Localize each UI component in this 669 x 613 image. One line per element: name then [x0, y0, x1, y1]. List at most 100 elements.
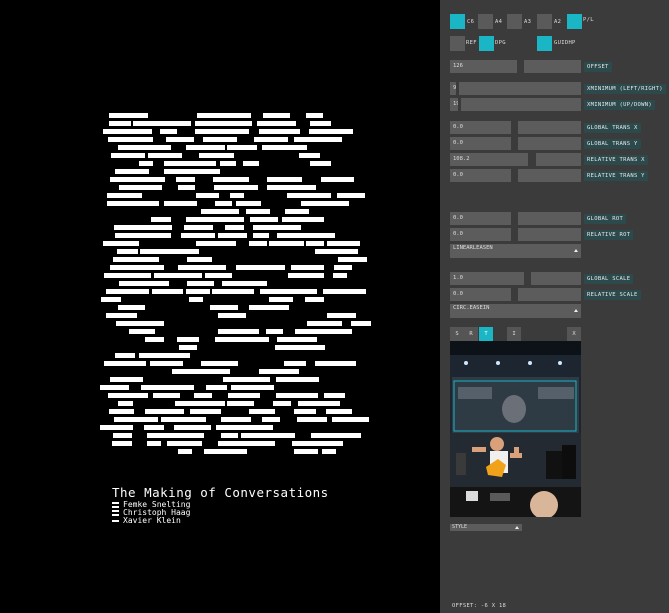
global-rot-input[interactable]: 0.0 — [450, 212, 511, 225]
relative-trans-y-input[interactable]: 0.0 — [450, 169, 511, 182]
concert-photo — [450, 341, 581, 517]
text-bar — [187, 281, 214, 286]
global-scale-slider[interactable] — [531, 272, 581, 285]
relative-rot-input[interactable]: 0.0 — [450, 228, 511, 241]
global-trans-y-input[interactable]: 0.0 — [450, 137, 511, 150]
offset-input[interactable]: 126 — [450, 60, 517, 73]
global-trans-x-slider[interactable] — [518, 121, 581, 134]
relative-trans-x-slider[interactable] — [536, 153, 581, 166]
text-bar — [104, 361, 146, 366]
option-toggle-ref[interactable] — [450, 36, 465, 51]
text-bar — [267, 185, 316, 190]
tab-s[interactable]: S — [450, 327, 464, 341]
relative-scale-input[interactable]: 0.0 — [450, 288, 511, 301]
global-scale-input[interactable]: 1.0 — [450, 272, 524, 285]
text-bar — [148, 153, 182, 158]
text-bar — [150, 361, 183, 366]
x-minimum-label: XMINIMUM (LEFT/RIGHT) — [584, 84, 666, 94]
relative-rot-slider[interactable] — [518, 228, 581, 241]
text-bar — [154, 273, 202, 278]
text-bar — [305, 297, 324, 302]
text-bar — [223, 377, 270, 382]
text-bar — [218, 313, 246, 318]
text-bar — [167, 441, 202, 446]
format-toggle-a4[interactable] — [478, 14, 493, 29]
text-bar — [201, 209, 239, 214]
text-bar — [276, 377, 319, 382]
text-bar — [213, 177, 249, 182]
text-bar — [216, 425, 273, 430]
text-bar — [287, 193, 331, 198]
format-toggle-pl[interactable] — [567, 14, 582, 29]
text-bar — [189, 297, 203, 302]
global-trans-y-label: GLOBAL TRANS Y — [584, 139, 641, 149]
text-bar — [161, 417, 206, 422]
artwork-canvas: The Making of Conversations Femke Snelti… — [0, 0, 440, 613]
text-bar — [141, 385, 194, 390]
offset-input-secondary[interactable] — [524, 60, 581, 73]
text-bar — [310, 121, 331, 126]
image-preview[interactable] — [450, 341, 581, 517]
text-bar — [337, 193, 365, 198]
text-bar — [174, 425, 211, 430]
rot-easing-select[interactable]: LINEARLEASEN — [450, 244, 581, 258]
global-trans-y-slider[interactable] — [518, 137, 581, 150]
text-bar — [108, 393, 148, 398]
text-bar — [263, 113, 290, 118]
relative-trans-y-label: RELATIVE TRANS Y — [584, 171, 648, 181]
relative-trans-x-input[interactable]: 108.2 — [450, 153, 528, 166]
text-bar — [315, 249, 358, 254]
text-bar — [186, 145, 225, 150]
relative-scale-slider[interactable] — [518, 288, 581, 301]
format-toggle-a3[interactable] — [507, 14, 522, 29]
text-bar — [118, 145, 171, 150]
style-select[interactable]: STYLE — [450, 524, 522, 531]
text-bar — [129, 329, 155, 334]
text-bar — [107, 193, 142, 198]
text-bar — [249, 409, 275, 414]
format-toggle-c6[interactable] — [450, 14, 465, 29]
relative-trans-y-slider[interactable] — [518, 169, 581, 182]
credits-list: Femke Snelting Christoph Haag Xavier Kle… — [112, 501, 190, 525]
text-bar — [133, 121, 191, 126]
text-bar — [326, 409, 352, 414]
text-bar — [257, 121, 296, 126]
option-toggle-guidhp[interactable] — [537, 36, 552, 51]
text-bar — [186, 217, 244, 222]
tab-x[interactable]: X — [567, 327, 581, 341]
y-minimum-slider[interactable]: 19 — [450, 98, 581, 111]
text-bar — [294, 137, 342, 142]
text-bar — [181, 233, 215, 238]
tab-t[interactable]: T — [479, 327, 493, 341]
format-toggle-a2[interactable] — [537, 14, 552, 29]
option-label: GUIDHP — [554, 40, 576, 46]
global-trans-x-input[interactable]: 0.0 — [450, 121, 511, 134]
slider-handle[interactable] — [456, 82, 459, 95]
text-bar — [262, 417, 280, 422]
text-bar — [338, 257, 367, 262]
rot-easing-value: LINEARLEASEN — [453, 245, 493, 251]
text-bar — [117, 249, 138, 254]
format-label: P/L — [583, 17, 594, 23]
text-bar — [160, 129, 177, 134]
text-bar — [284, 361, 306, 366]
text-bar — [306, 113, 323, 118]
global-rot-slider[interactable] — [518, 212, 581, 225]
text-bar — [184, 225, 213, 230]
text-bar — [253, 225, 301, 230]
text-bar — [113, 433, 132, 438]
text-bar — [297, 417, 327, 422]
x-minimum-slider[interactable]: 9 — [450, 82, 581, 95]
scale-easing-select[interactable]: CIRC.EASEIN — [450, 304, 581, 318]
text-bar — [267, 177, 302, 182]
text-bar — [220, 161, 236, 166]
option-toggle-dpg[interactable] — [479, 36, 494, 51]
text-bar — [246, 209, 270, 214]
text-bar — [275, 345, 325, 350]
tab-r[interactable]: R — [464, 327, 478, 341]
text-bar — [206, 385, 227, 390]
slider-handle[interactable] — [458, 98, 461, 111]
text-bar — [236, 201, 261, 206]
text-bar — [110, 177, 165, 182]
tab-i[interactable]: I — [507, 327, 521, 341]
